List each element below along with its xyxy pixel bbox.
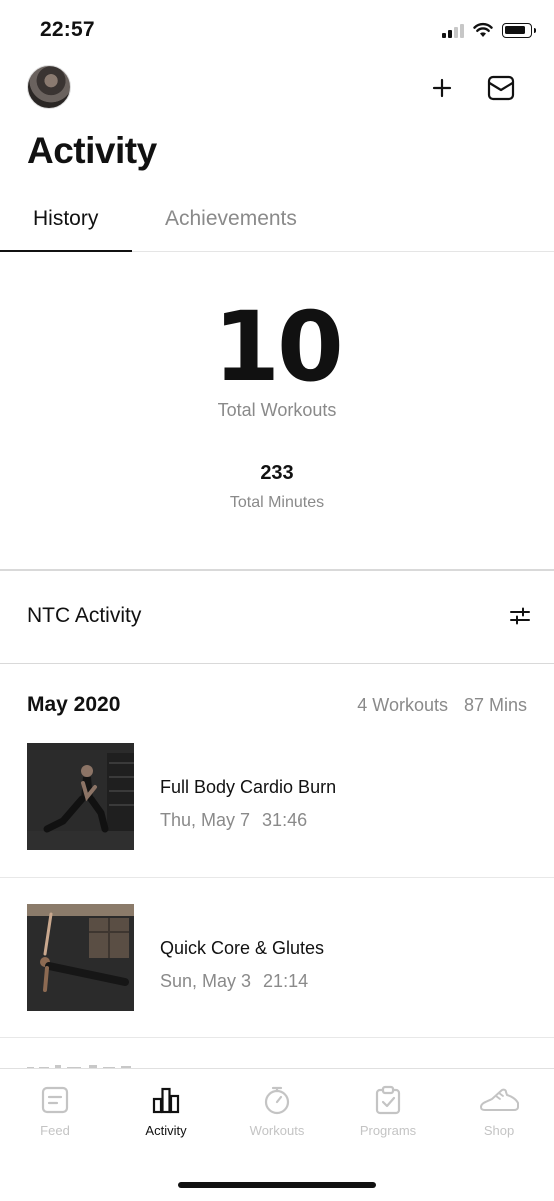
workout-date: Thu, May 7 <box>160 810 251 830</box>
ntc-activity-row[interactable]: NTC Activity <box>0 571 554 664</box>
nav-workouts[interactable]: Workouts <box>222 1069 332 1149</box>
battery-icon <box>502 22 536 38</box>
workout-duration: 21:14 <box>263 971 309 991</box>
nav-activity[interactable]: Activity <box>111 1069 221 1149</box>
workout-thumbnail <box>27 743 134 850</box>
tab-achievements[interactable]: Achievements <box>165 207 297 231</box>
nav-shop[interactable]: Shop <box>444 1069 554 1149</box>
ntc-activity-label: NTC Activity <box>27 604 142 627</box>
home-indicator[interactable] <box>178 1182 376 1188</box>
active-tab-indicator <box>0 250 132 252</box>
inbox-icon <box>487 75 515 101</box>
cut-off-text-shape <box>27 1065 131 1068</box>
row-divider <box>0 1037 554 1038</box>
plus-icon <box>432 78 452 98</box>
nav-programs-label: Programs <box>359 1123 417 1138</box>
stopwatch-icon <box>264 1086 290 1115</box>
total-workouts-label: Total Workouts <box>217 400 337 420</box>
total-workouts-value: 10 <box>213 291 344 403</box>
nav-workouts-label: Workouts <box>249 1123 305 1138</box>
nav-programs[interactable]: Programs <box>333 1069 443 1149</box>
workout-date: Sun, May 3 <box>160 971 252 991</box>
page-title: Activity <box>27 130 157 171</box>
wifi-icon <box>473 22 493 37</box>
tab-history[interactable]: History <box>33 207 98 231</box>
nav-feed[interactable]: Feed <box>0 1069 110 1149</box>
cellular-signal-icon <box>442 22 464 38</box>
feed-icon <box>41 1086 69 1114</box>
workout-photo-lunge-icon <box>27 753 134 850</box>
nav-feed-label: Feed <box>40 1123 70 1138</box>
add-button[interactable] <box>426 72 458 104</box>
month-workouts-count: 4 Workouts <box>357 695 448 715</box>
workout-thumbnail <box>27 904 134 1011</box>
month-title: May 2020 <box>27 693 121 716</box>
filter-icon[interactable] <box>508 604 532 628</box>
month-minutes: 87 Mins <box>463 695 527 715</box>
inbox-button[interactable] <box>485 72 517 104</box>
total-minutes-label: Total Minutes <box>229 494 325 511</box>
next-section-peek <box>27 1058 147 1068</box>
workout-meta: Thu, May 7 31:46 <box>160 810 307 831</box>
status-time: 22:57 <box>40 18 95 41</box>
workout-meta: Sun, May 3 21:14 <box>160 971 308 992</box>
clipboard-check-icon <box>375 1085 401 1115</box>
workout-name: Quick Core & Glutes <box>160 938 325 958</box>
status-icons <box>442 22 536 38</box>
month-stats: 4 Workouts 87 Mins <box>357 695 527 716</box>
workout-duration: 31:46 <box>262 810 308 830</box>
avatar[interactable] <box>27 65 71 109</box>
workout-row[interactable]: Quick Core & Glutes Sun, May 3 21:14 <box>0 878 554 1038</box>
workout-row[interactable]: Full Body Cardio Burn Thu, May 7 31:46 <box>0 717 554 877</box>
workout-photo-side-plank-icon <box>27 904 134 1011</box>
nav-shop-label: Shop <box>483 1123 515 1138</box>
nav-activity-label: Activity <box>145 1123 187 1138</box>
total-minutes-value: 233 <box>260 462 294 484</box>
tab-bar: History Achievements <box>0 190 554 252</box>
shoe-icon <box>480 1088 519 1111</box>
activity-bars-icon <box>152 1087 180 1114</box>
workout-name: Full Body Cardio Burn <box>160 777 337 797</box>
